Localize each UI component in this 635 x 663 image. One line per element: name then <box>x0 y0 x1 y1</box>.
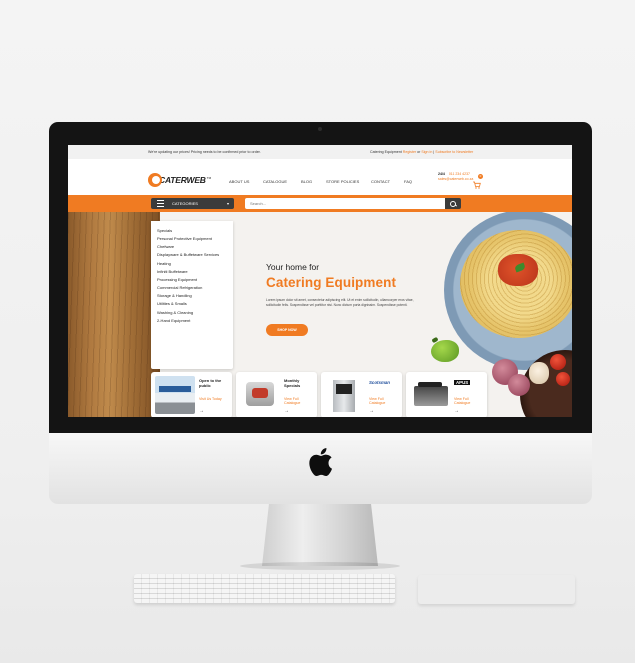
catalogue-link[interactable]: View Full Catalogue <box>284 397 314 405</box>
promo-card-apus[interactable]: APUS View Full Catalogue → <box>406 372 487 417</box>
category-item[interactable]: Specials <box>157 227 233 235</box>
nav-contact[interactable]: CONTACT <box>371 179 390 184</box>
machine-image <box>240 376 280 414</box>
nav-blog[interactable]: BLOG <box>301 179 312 184</box>
nav-about[interactable]: ABOUT US <box>229 179 249 184</box>
apple-icon <box>309 448 332 477</box>
promo-card-scotsman[interactable]: Scotsman View Full Catalogue → <box>321 372 402 417</box>
search-bar-strip: CATEGORIES ▾ <box>68 195 572 212</box>
arrow-right-icon: → <box>284 408 289 414</box>
category-item[interactable]: Chefware <box>157 243 233 251</box>
website-screen: We're updating our prices! Pricing needs… <box>68 145 572 417</box>
promo-card-store[interactable]: Open to the public Visit Us Today → <box>151 372 232 417</box>
category-item[interactable]: Infiniti Buffetware <box>157 268 233 276</box>
signin-link[interactable]: Sign in <box>421 150 432 154</box>
search-button[interactable] <box>445 198 461 209</box>
arrow-right-icon: → <box>199 408 204 414</box>
nav-faq[interactable]: FAQ <box>404 179 412 184</box>
camera-icon <box>318 127 322 131</box>
arrow-right-icon: → <box>369 408 374 414</box>
monitor-stand <box>262 504 378 566</box>
promo-card-specials[interactable]: Monthly Specials View Full Catalogue → <box>236 372 317 417</box>
category-menu: Specials Personal Protective Equipment C… <box>151 221 233 369</box>
announcement-bar: We're updating our prices! Pricing needs… <box>68 145 572 159</box>
category-item[interactable]: Personal Protective Equipment <box>157 235 233 243</box>
category-item[interactable]: Commercial Refrigeration <box>157 284 233 292</box>
category-item[interactable]: Heating <box>157 260 233 268</box>
store-image <box>155 376 195 414</box>
caterweb-logo[interactable]: CATERWEB TM <box>148 173 211 187</box>
account-links: Catering Equipment Register or Sign in |… <box>370 150 474 154</box>
catalogue-link[interactable]: View Full Catalogue <box>454 397 484 405</box>
nav-catalogue[interactable]: CATALOGUE <box>263 179 287 184</box>
arrow-right-icon: → <box>454 408 459 414</box>
categories-button[interactable]: CATEGORIES ▾ <box>151 198 234 209</box>
hero-subtitle: Your home for <box>266 262 320 272</box>
nav-store-policies[interactable]: STORE POLICIES <box>326 179 359 184</box>
hero-banner: Your home for Catering Equipment Lorem i… <box>68 212 572 417</box>
hamburger-icon <box>157 200 164 207</box>
apus-logo: APUS <box>454 380 471 385</box>
catalogue-link[interactable]: View Full Catalogue <box>369 397 399 405</box>
grill-press-image <box>410 376 450 414</box>
category-item[interactable]: Displayware & Buffetware Services <box>157 252 233 260</box>
cart-count: 0 <box>478 174 483 179</box>
hero-title: Catering Equipment <box>266 275 397 290</box>
hero-description: Lorem ipsum dolor sit amet, consectetur … <box>266 298 414 307</box>
trackpad <box>418 575 575 604</box>
cart-icon <box>473 181 481 189</box>
ice-maker-image <box>325 376 365 414</box>
scotsman-logo: Scotsman <box>369 380 390 385</box>
cart-button[interactable]: 0 <box>472 174 483 189</box>
chevron-down-icon: ▾ <box>226 201 229 206</box>
category-item[interactable]: Storage & Handling <box>157 293 233 301</box>
shop-now-button[interactable]: SHOP NOW <box>266 324 308 336</box>
visit-link[interactable]: Visit Us Today <box>199 397 229 401</box>
monitor-chin <box>49 433 592 504</box>
pepper-image <box>431 340 459 362</box>
subscribe-link[interactable]: Subscribe to Newsletter <box>435 150 473 154</box>
register-link[interactable]: Register <box>403 150 416 154</box>
category-item[interactable]: Washing & Cleaning <box>157 309 233 317</box>
category-item[interactable]: Utilities & Smalls <box>157 301 233 309</box>
category-item[interactable]: Processing Equipment <box>157 276 233 284</box>
keyboard <box>134 574 395 603</box>
search-input[interactable] <box>245 198 445 209</box>
price-notice: We're updating our prices! Pricing needs… <box>148 150 261 154</box>
contact-info: 24/4 011 234 4237 sales@caterweb.co.za <box>438 172 473 182</box>
category-item[interactable]: 2-Hand Equipment <box>157 317 233 325</box>
email-link[interactable]: sales@caterweb.co.za <box>438 177 473 182</box>
logo-mark-icon <box>148 173 162 187</box>
